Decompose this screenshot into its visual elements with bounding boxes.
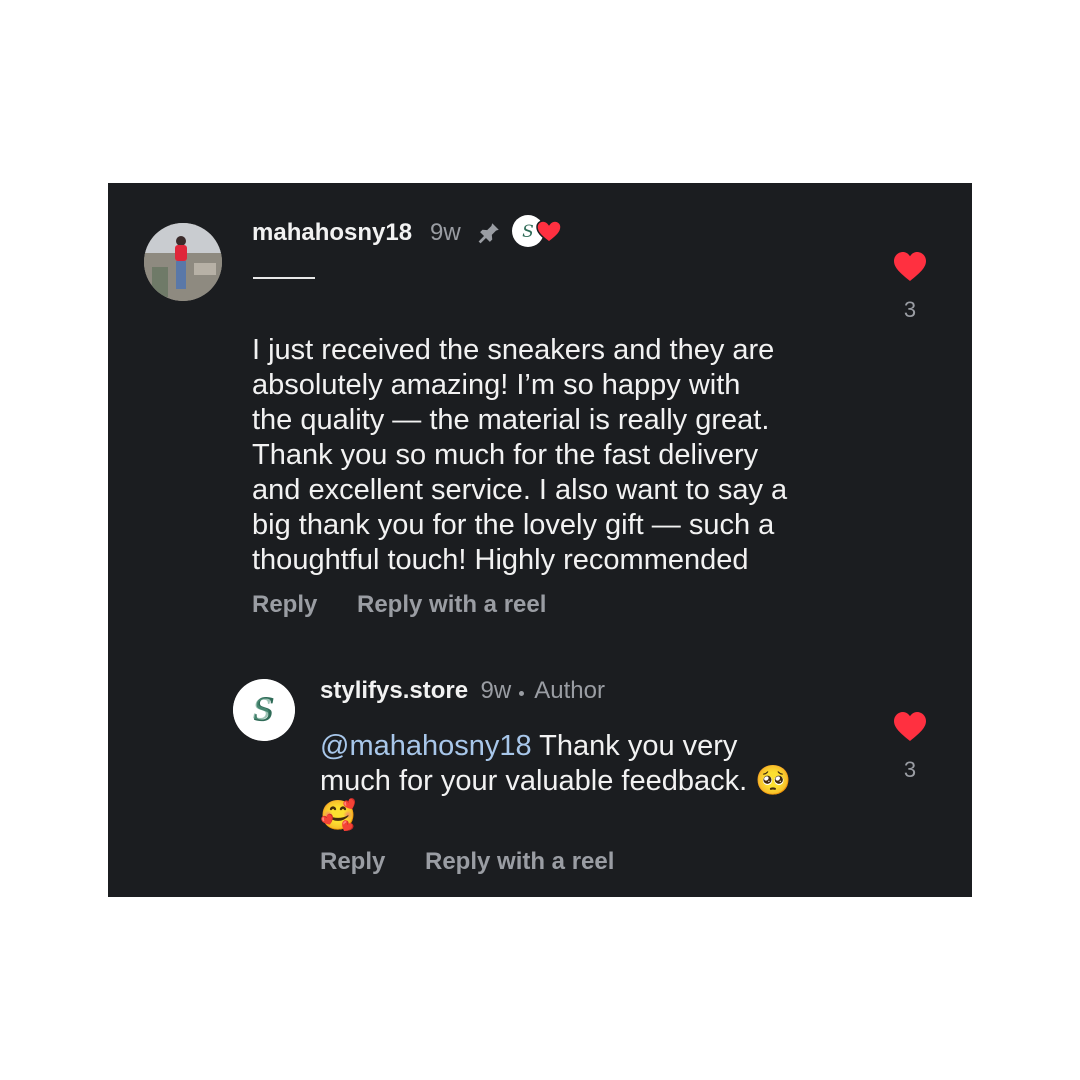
like-count: 3 xyxy=(903,757,917,782)
reply-with-reel-button[interactable]: Reply with a reel xyxy=(357,591,546,619)
reply-header: stylifys.store 9w Author xyxy=(320,677,605,705)
like-heart-icon[interactable] xyxy=(893,711,927,743)
separator-dot xyxy=(519,691,525,697)
comment-text-line: I just received the sneakers and they ar… xyxy=(252,334,775,366)
comment-text-line: and excellent service. I also want to sa… xyxy=(252,474,788,506)
svg-text:S: S xyxy=(522,222,534,242)
author-username[interactable]: stylifys.store xyxy=(320,677,468,704)
author-avatar[interactable]: S S xyxy=(233,679,295,741)
reply-with-reel-button[interactable]: Reply with a reel xyxy=(425,848,614,876)
comments-panel: mahahosny18 9w S I just received the sne… xyxy=(108,183,972,897)
reply-button[interactable]: Reply xyxy=(320,848,385,876)
mention-link[interactable]: @mahahosny18 xyxy=(320,730,532,762)
comment-time: 9w xyxy=(430,219,461,246)
commenter-username[interactable]: mahahosny18 xyxy=(252,219,412,247)
commenter-avatar[interactable] xyxy=(144,223,222,301)
pin-icon xyxy=(476,220,502,246)
comment-divider-dash xyxy=(253,277,315,279)
comment-text-line: the quality — the material is really gre… xyxy=(252,404,770,436)
reply-text-line: much for your valuable feedback. 🥺 xyxy=(320,765,792,797)
comment-text-line: absolutely amazing! I’m so happy with xyxy=(252,369,741,401)
reply-text-line: @mahahosny18 Thank you very xyxy=(320,729,880,764)
reply-button[interactable]: Reply xyxy=(252,591,317,619)
reply-time: 9w xyxy=(480,677,512,704)
comment-text-line: thoughtful touch! Highly recommended xyxy=(252,544,749,576)
creator-liked-heart-icon: S xyxy=(511,214,563,248)
comment-text-line: Thank you so much for the fast delivery xyxy=(252,439,759,471)
like-heart-icon[interactable] xyxy=(893,251,927,283)
comment-text-line: big thank you for the lovely gift — such… xyxy=(252,509,775,541)
author-badge: Author xyxy=(534,677,605,704)
reply-text-line: 🥰 xyxy=(320,800,357,832)
reply-body: @mahahosny18 Thank you very much for you… xyxy=(320,729,880,834)
svg-text:S: S xyxy=(252,693,271,726)
like-count: 3 xyxy=(903,297,917,322)
comment-body: I just received the sneakers and they ar… xyxy=(252,333,872,578)
reply-text: Thank you very xyxy=(531,730,738,762)
